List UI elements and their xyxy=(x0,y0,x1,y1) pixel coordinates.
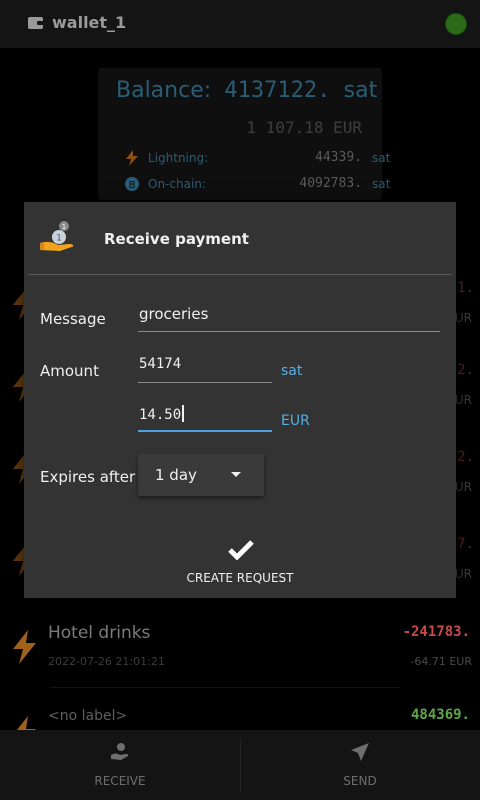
top-app-bar: wallet_1 xyxy=(0,0,480,48)
tx-amount: 2. xyxy=(457,362,474,378)
tx-label: <no label> xyxy=(48,708,128,724)
tx-date: 2022-07-26 21:01:21 xyxy=(48,655,165,668)
text-cursor xyxy=(182,405,185,422)
total-balance: Balance: 4137122. sat xyxy=(116,78,377,103)
divider xyxy=(28,274,452,275)
tx-fiat: UR xyxy=(454,567,472,581)
svg-text:1: 1 xyxy=(56,234,62,244)
checkmark-icon xyxy=(228,540,254,560)
send-button[interactable]: SEND xyxy=(240,730,480,800)
svg-text:B: B xyxy=(129,180,136,191)
tx-fiat: UR xyxy=(454,393,472,407)
divider xyxy=(50,687,400,688)
svg-text:1: 1 xyxy=(62,223,66,231)
tx-fiat: UR xyxy=(454,311,472,325)
send-label: SEND xyxy=(343,774,377,788)
dropdown-arrow-icon xyxy=(231,472,241,477)
balance-label: Balance: xyxy=(116,78,212,103)
create-request-label: CREATE REQUEST xyxy=(186,571,294,585)
fiat-unit-label[interactable]: EUR xyxy=(281,413,310,429)
lightning-value: 44339. xyxy=(315,150,362,165)
connection-status-indicator[interactable] xyxy=(445,13,467,35)
list-item[interactable]: <no label> 484369. xyxy=(0,696,480,730)
tx-amount: 7. xyxy=(457,536,474,552)
message-field[interactable]: groceries xyxy=(138,302,440,332)
wallet-name[interactable]: wallet_1 xyxy=(52,13,126,32)
expires-label: Expires after xyxy=(40,468,136,486)
dialog-title: Receive payment xyxy=(104,230,249,248)
bitcoin-icon: B xyxy=(125,177,139,191)
onchain-label: On-chain: xyxy=(148,177,206,191)
tx-amount: 484369. xyxy=(410,707,470,723)
amount-fiat-field[interactable]: 14.50 xyxy=(138,402,272,432)
amount-sat-field[interactable]: 54174 xyxy=(138,353,272,383)
tx-amount: 1. xyxy=(457,280,474,296)
amount-label: Amount xyxy=(40,362,99,380)
receive-button[interactable]: RECEIVE xyxy=(0,730,240,800)
balance-unit: sat xyxy=(343,78,378,103)
send-icon xyxy=(351,743,369,761)
receive-label: RECEIVE xyxy=(94,774,146,788)
balance-card: Balance: 4137122. sat 1 107.18 EUR Light… xyxy=(98,68,390,200)
amount-fiat-value: 14.50 xyxy=(139,407,182,423)
sat-unit-label[interactable]: sat xyxy=(281,363,302,379)
lightning-icon xyxy=(126,150,138,166)
balance-value: 4137122. xyxy=(224,78,331,103)
bottom-action-bar: RECEIVE SEND xyxy=(0,730,480,800)
tx-fiat: UR xyxy=(454,480,472,494)
tx-amount: -241783. xyxy=(402,624,470,640)
tx-amount: 2. xyxy=(457,449,474,465)
onchain-unit: sat xyxy=(372,177,391,191)
expiry-select[interactable]: 1 day xyxy=(138,454,264,496)
receive-payment-dialog: 1 1 Receive payment Message groceries Am… xyxy=(24,202,456,598)
balance-fiat: 1 107.18 EUR xyxy=(246,118,362,137)
lightning-icon xyxy=(16,716,36,730)
lightning-label: Lightning: xyxy=(148,151,209,165)
tx-label: Hotel drinks xyxy=(48,623,151,643)
lightning-icon xyxy=(13,630,36,664)
expiry-selected-value: 1 day xyxy=(155,466,197,484)
list-item[interactable]: Hotel drinks -241783. 2022-07-26 21:01:2… xyxy=(0,612,480,696)
receive-icon xyxy=(111,743,129,760)
onchain-value: 4092783. xyxy=(299,176,362,191)
wallet-icon xyxy=(28,17,44,29)
lightning-unit: sat xyxy=(372,151,391,165)
receive-payment-icon: 1 1 xyxy=(40,221,74,251)
create-request-button[interactable]: CREATE REQUEST xyxy=(140,536,340,588)
message-label: Message xyxy=(40,310,106,328)
tx-fiat: -64.71 EUR xyxy=(410,655,472,668)
